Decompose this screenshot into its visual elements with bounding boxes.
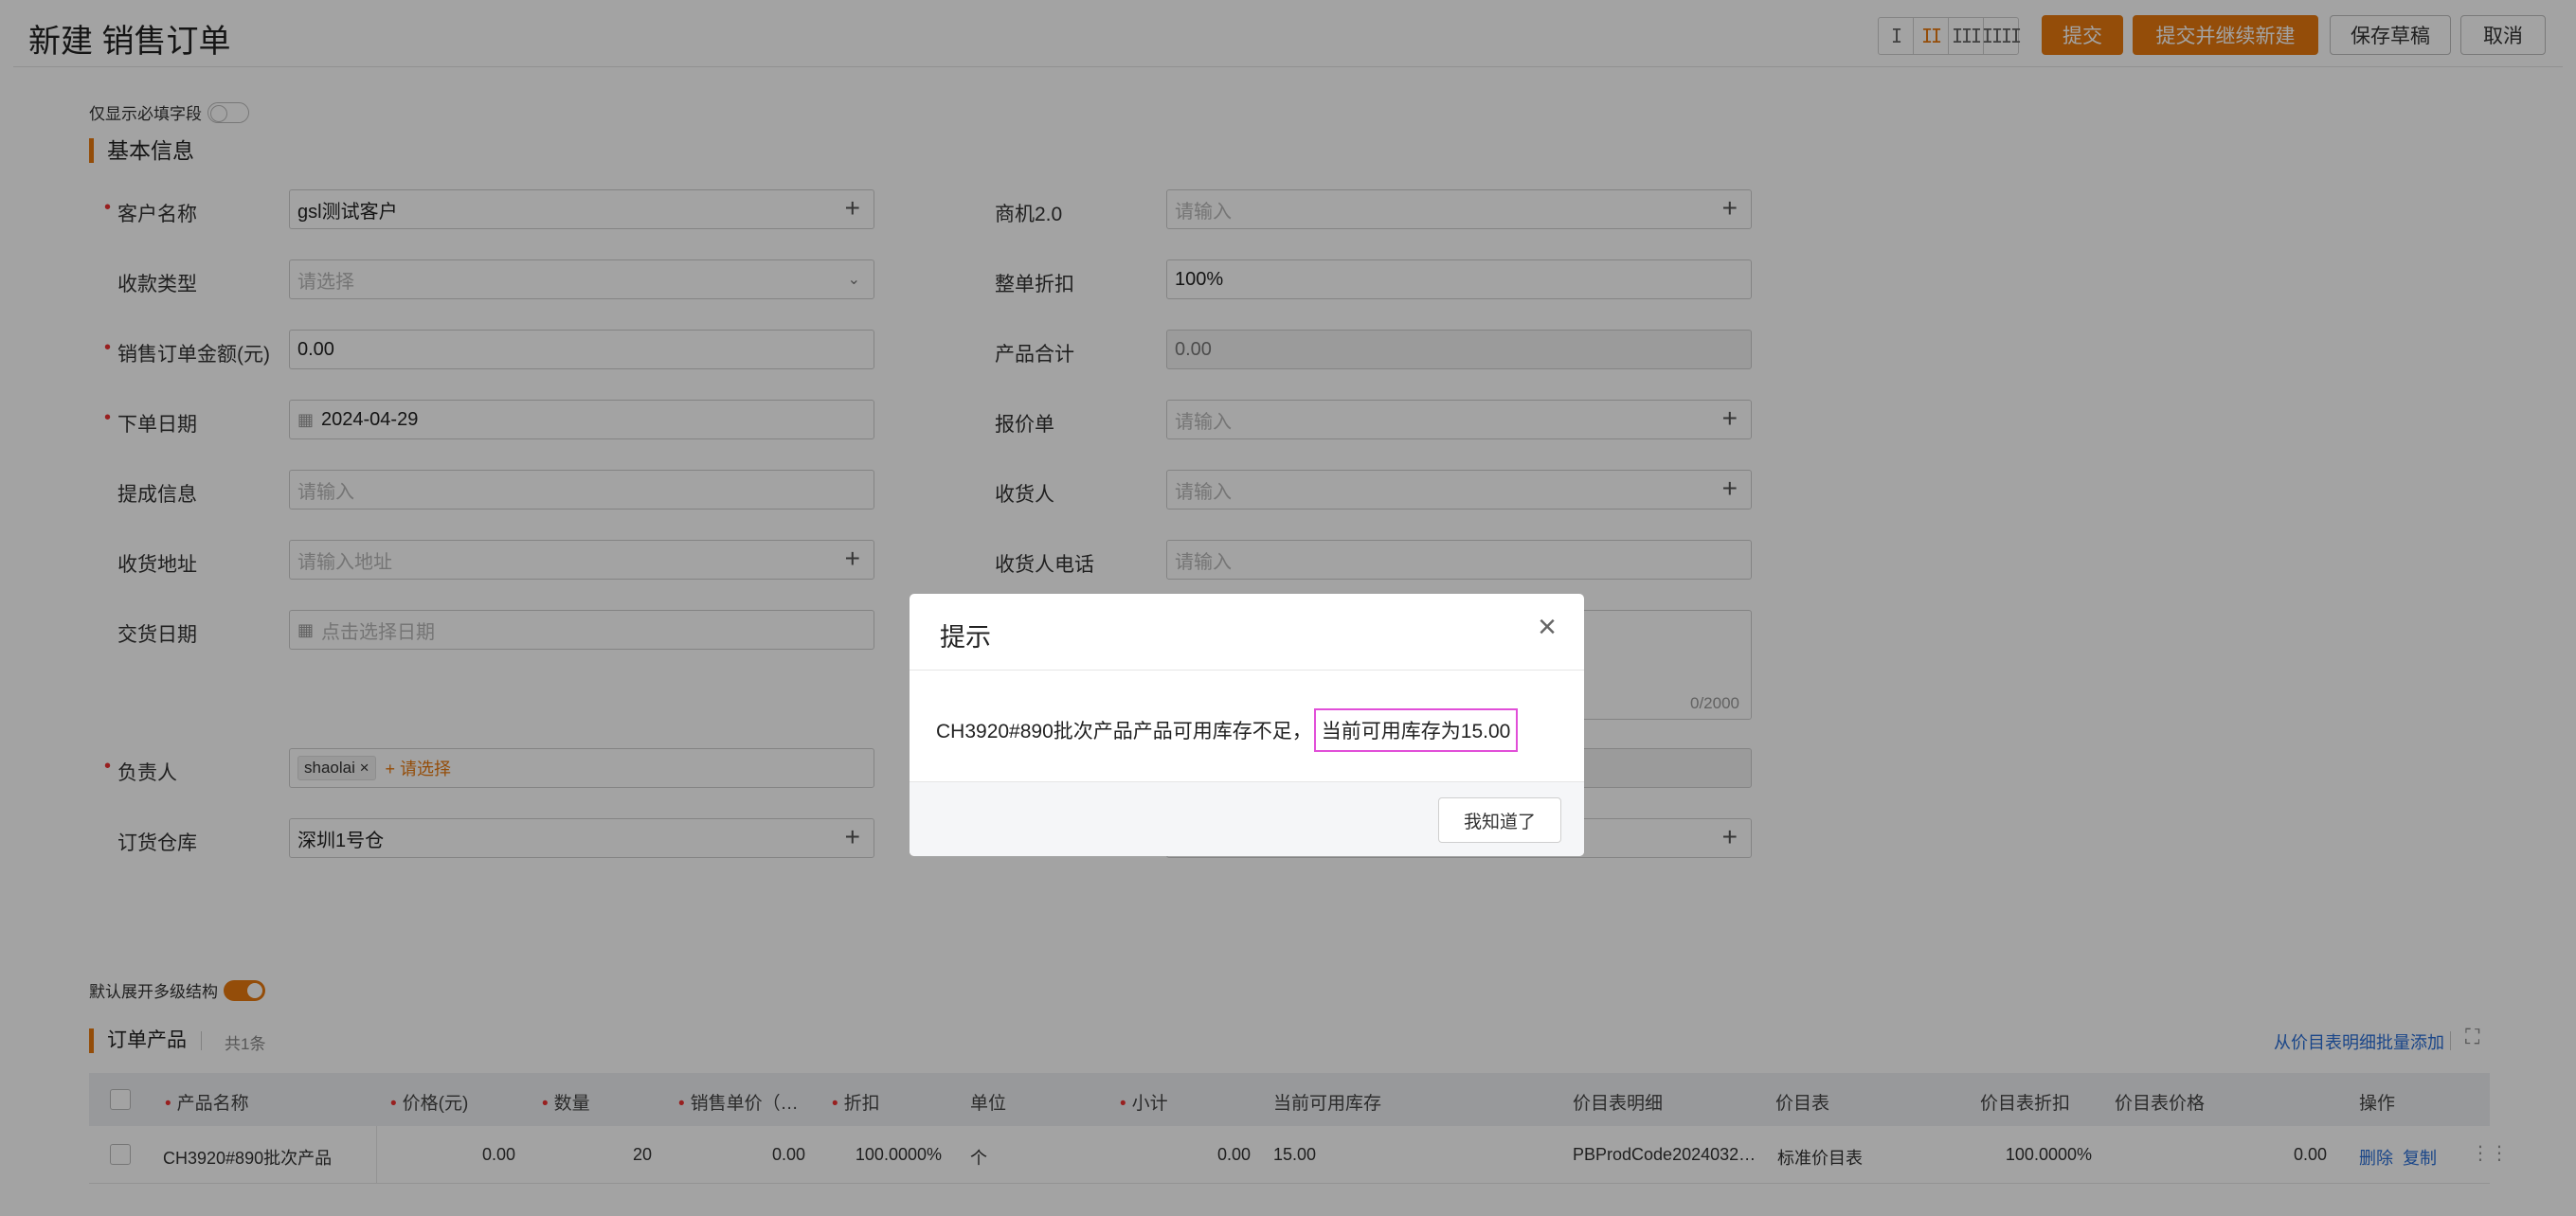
dialog-header: 提示 × — [910, 594, 1584, 671]
dialog-stock-highlight: 当前可用库存为15.00 — [1313, 708, 1519, 752]
acknowledge-button[interactable]: 我知道了 — [1438, 797, 1561, 843]
close-icon[interactable]: × — [1533, 611, 1561, 643]
dialog-body: CH3920#890批次产品产品可用库存不足， 当前可用库存为15.00 — [910, 671, 1584, 782]
dialog-footer: 我知道了 — [910, 781, 1584, 856]
dialog-message-text: CH3920#890批次产品产品可用库存不足， — [936, 721, 1312, 742]
dialog-message: CH3920#890批次产品产品可用库存不足， 当前可用库存为15.00 — [936, 708, 1519, 752]
alert-dialog: 提示 × CH3920#890批次产品产品可用库存不足， 当前可用库存为15.0… — [910, 594, 1584, 856]
dialog-title: 提示 — [940, 623, 991, 652]
